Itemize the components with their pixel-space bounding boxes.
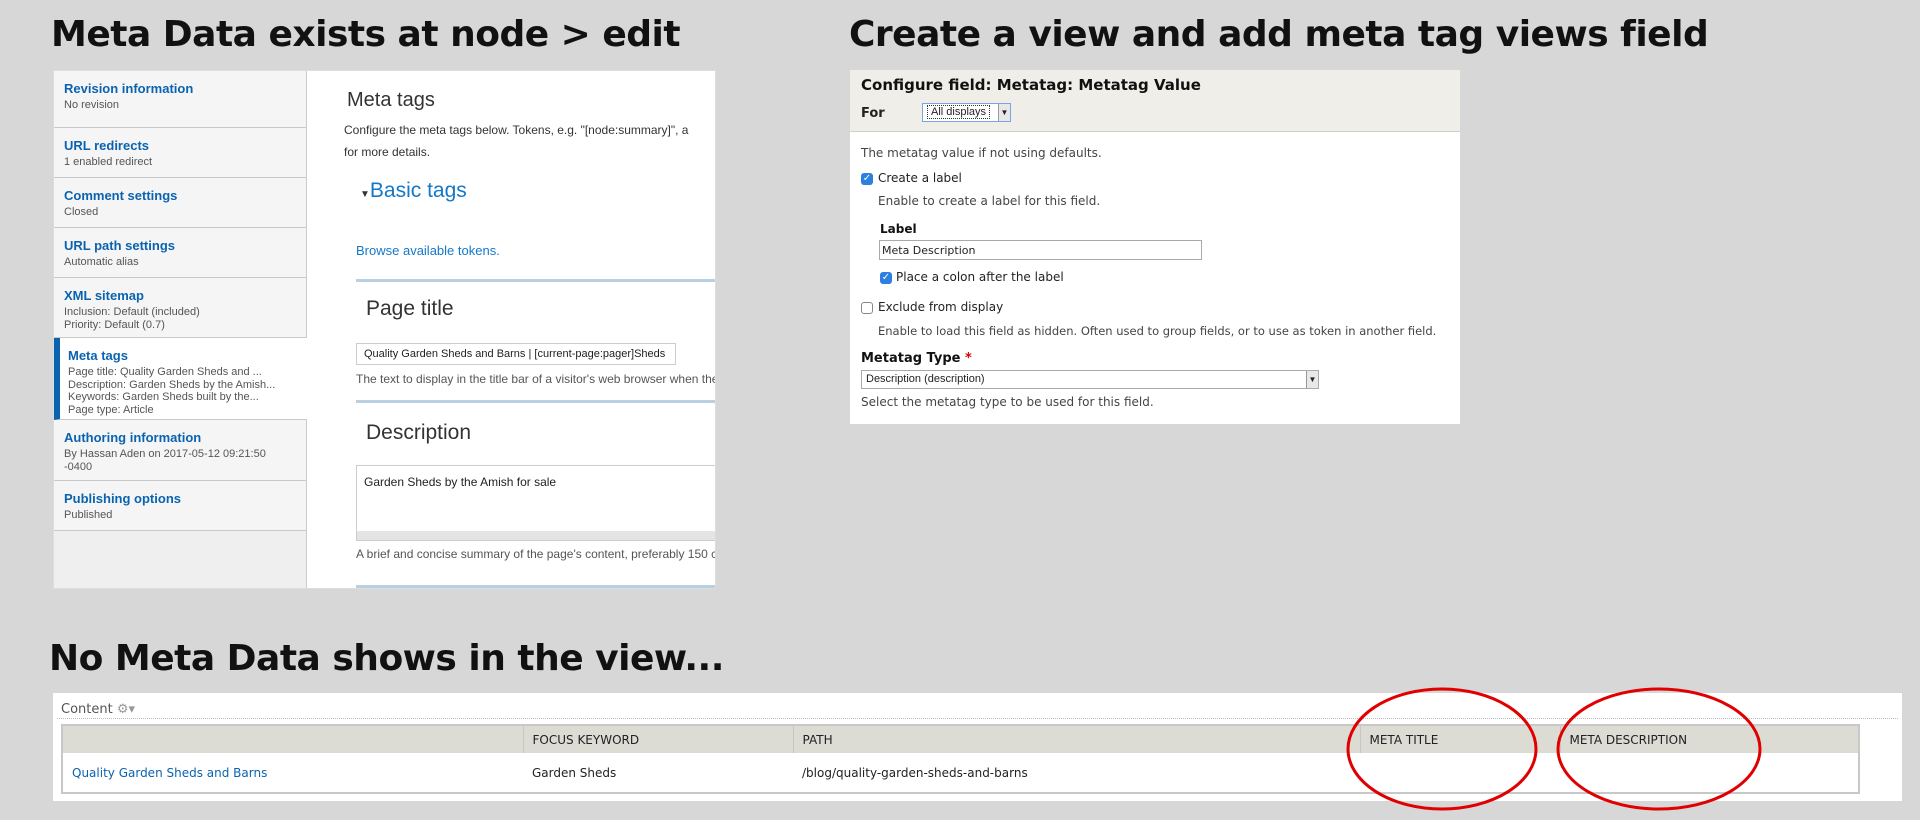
annotation-layer	[1346, 687, 1762, 811]
annotation-circle-meta-title	[1346, 687, 1538, 811]
annotation-circle-meta-description	[1556, 687, 1762, 811]
